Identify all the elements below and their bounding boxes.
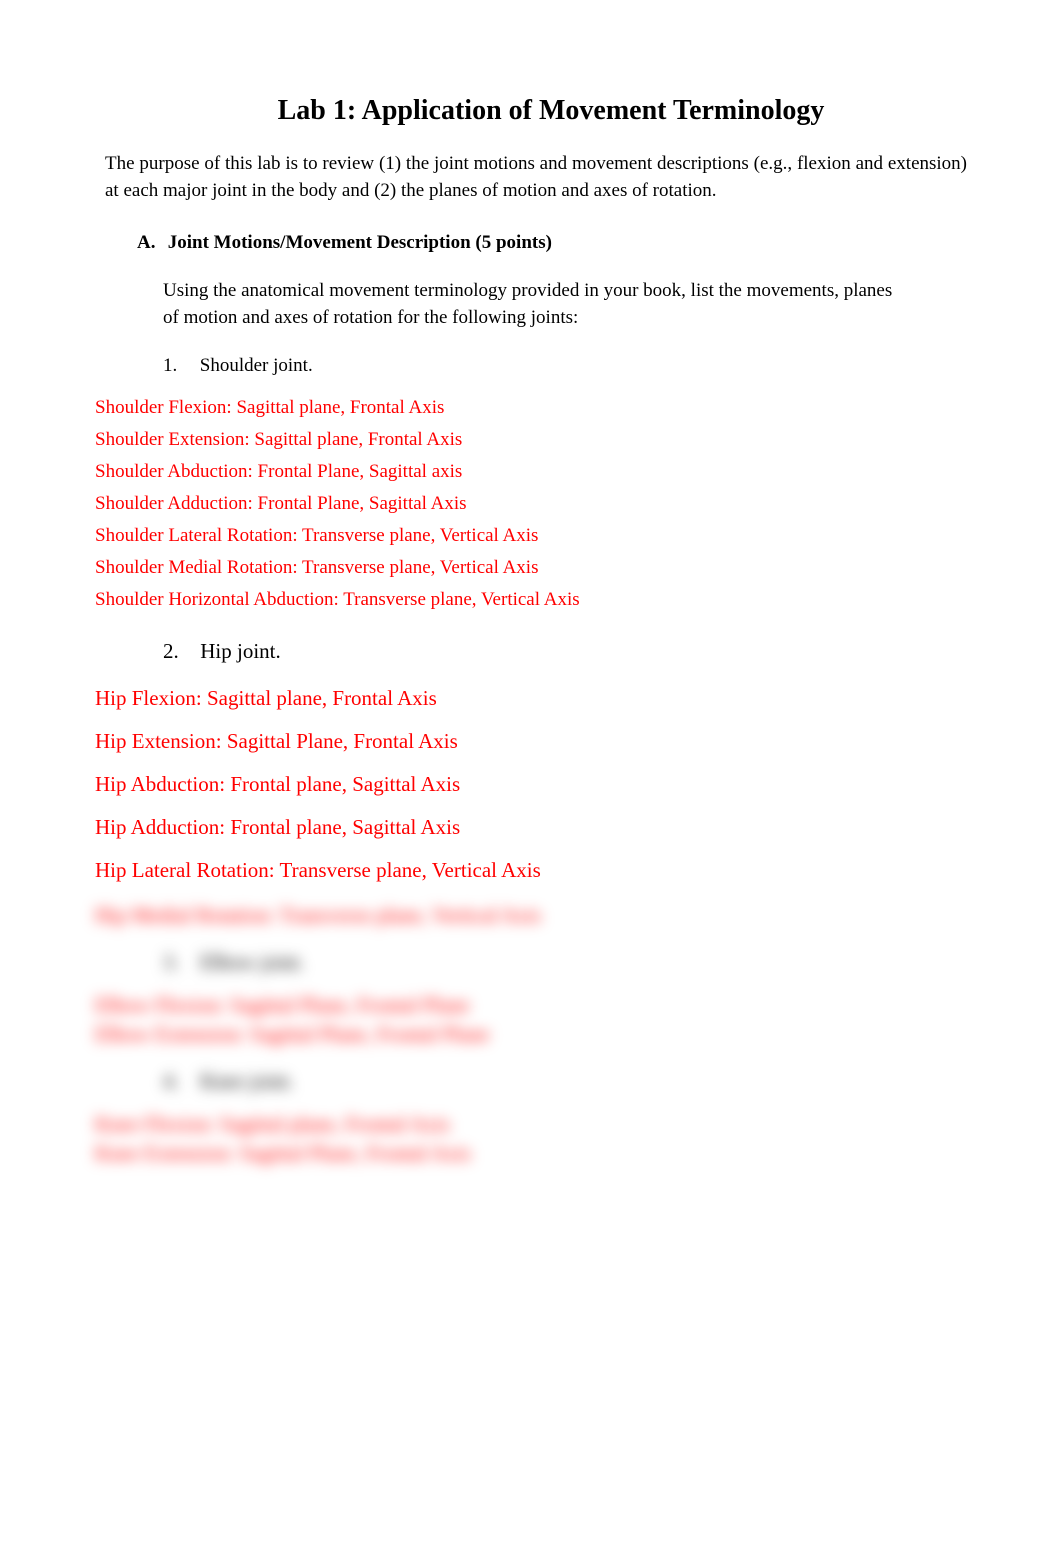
answer-line: Shoulder Flexion: Sagittal plane, Fronta… [95, 397, 967, 419]
section-heading-text: Joint Motions/Movement Description (5 po… [168, 232, 552, 253]
answer-line: Shoulder Medial Rotation: Transverse pla… [95, 557, 967, 579]
answer-line: Hip Abduction: Frontal plane, Sagittal A… [95, 772, 967, 797]
answer-line: Elbow Flexion: Sagittal Plane, Frontal P… [95, 993, 967, 1018]
item-4-number: 4. [163, 1069, 195, 1094]
item-3-number: 3. [163, 950, 195, 975]
answer-line: Hip Flexion: Sagittal plane, Frontal Axi… [95, 686, 967, 711]
item-2-label: 2. Hip joint. [163, 639, 967, 664]
answer-line: Hip Medial Rotation: Transverse plane, V… [95, 903, 967, 928]
section-a-heading: A. Joint Motions/Movement Description (5… [137, 232, 967, 254]
item-1-label: 1. Shoulder joint. [163, 355, 967, 377]
page-title: Lab 1: Application of Movement Terminolo… [195, 95, 907, 127]
item-1-text: Shoulder joint. [200, 355, 313, 376]
section-letter: A. [137, 232, 163, 254]
answer-line: Shoulder Adduction: Frontal Plane, Sagit… [95, 493, 967, 515]
answer-line: Hip Adduction: Frontal plane, Sagittal A… [95, 815, 967, 840]
item-4-text: Knee joint. [200, 1069, 293, 1093]
answer-line: Elbow Extension: Sagittal Plane, Frontal… [95, 1022, 967, 1047]
answer-line: Shoulder Lateral Rotation: Transverse pl… [95, 525, 967, 547]
answer-line: Knee Flexion: Sagittal plane, Frontal Ax… [95, 1112, 967, 1137]
answer-line: Shoulder Horizontal Abduction: Transvers… [95, 589, 967, 611]
item-3-label: 3. Elbow joint. [163, 950, 967, 975]
answer-line: Hip Lateral Rotation: Transverse plane, … [95, 858, 967, 883]
answer-line: Shoulder Extension: Sagittal plane, Fron… [95, 429, 967, 451]
item-2-number: 2. [163, 639, 195, 664]
answer-line: Shoulder Abduction: Frontal Plane, Sagit… [95, 461, 967, 483]
item-1-answers: Shoulder Flexion: Sagittal plane, Fronta… [95, 397, 967, 611]
answer-line: Hip Extension: Sagittal Plane, Frontal A… [95, 729, 967, 754]
item-2-answers: Hip Flexion: Sagittal plane, Frontal Axi… [95, 686, 967, 883]
answer-line: Knee Extension: Sagittal Plane, Frontal … [95, 1141, 967, 1166]
item-1-number: 1. [163, 355, 195, 377]
item-2-text: Hip joint. [200, 639, 281, 663]
item-4-label: 4. Knee joint. [163, 1069, 967, 1094]
blurred-content: Hip Medial Rotation: Transverse plane, V… [95, 903, 967, 1166]
item-3-text: Elbow joint. [200, 950, 304, 974]
intro-paragraph: The purpose of this lab is to review (1)… [105, 151, 967, 204]
section-instructions: Using the anatomical movement terminolog… [163, 278, 907, 331]
